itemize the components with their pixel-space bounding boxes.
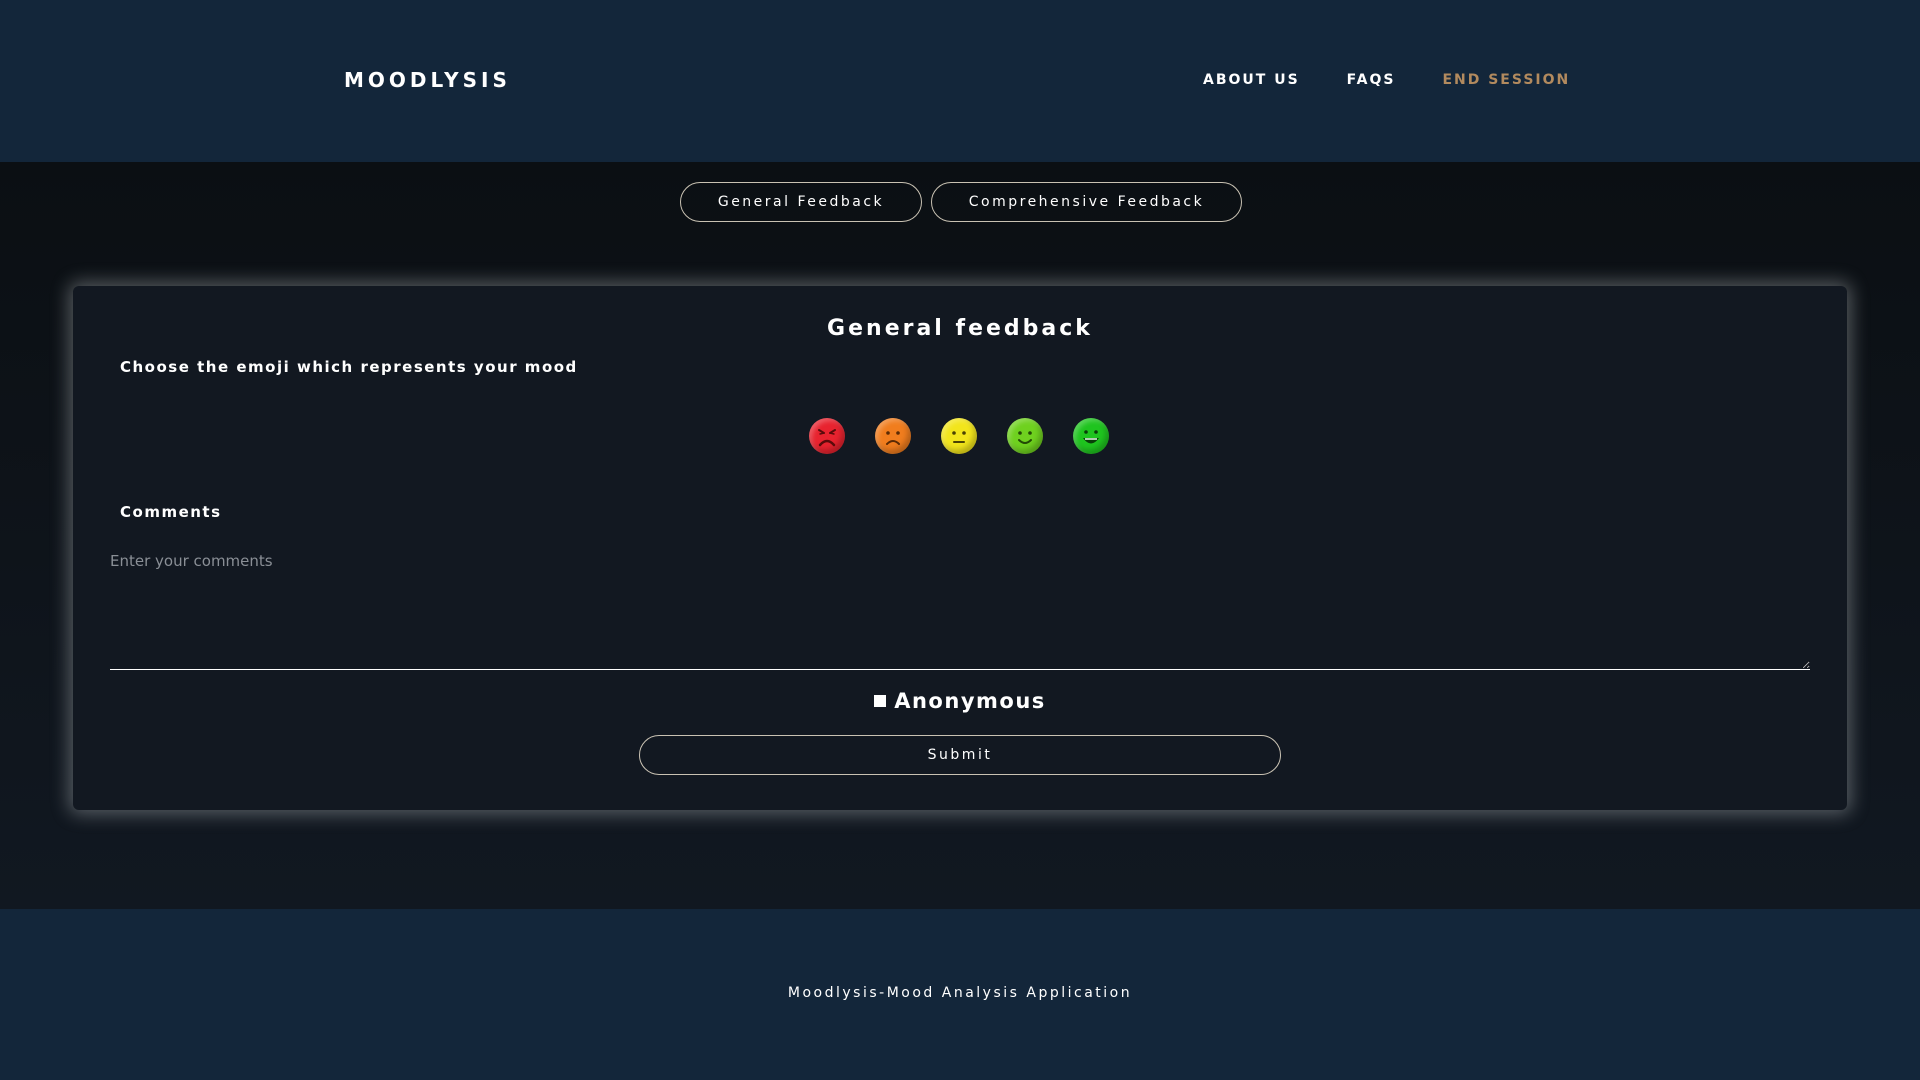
top-navbar: MOODLYSIS ABOUT US FAQS END SESSION	[0, 0, 1920, 162]
feedback-card: General feedback Choose the emoji which …	[73, 286, 1847, 810]
feedback-tabs: General Feedback Comprehensive Feedback	[0, 182, 1920, 222]
submit-button[interactable]: Submit	[639, 735, 1281, 775]
footer: Moodlysis-Mood Analysis Application	[0, 909, 1920, 1080]
brand-logo[interactable]: MOODLYSIS	[344, 68, 511, 92]
mood-prompt-label: Choose the emoji which represents your m…	[120, 358, 578, 376]
neutral-face-icon[interactable]	[941, 418, 977, 454]
angry-face-icon[interactable]	[809, 418, 845, 454]
tab-general-feedback[interactable]: General Feedback	[680, 182, 922, 222]
grinning-face-icon[interactable]	[1073, 418, 1109, 454]
emoji-selector	[809, 418, 1109, 454]
nav-faqs[interactable]: FAQS	[1347, 72, 1396, 88]
main-content: General Feedback Comprehensive Feedback …	[0, 162, 1920, 909]
comments-textarea[interactable]	[110, 548, 1810, 670]
card-title: General feedback	[827, 316, 1093, 341]
sad-face-icon[interactable]	[875, 418, 911, 454]
anonymous-label[interactable]: Anonymous	[894, 689, 1046, 713]
nav-about-us[interactable]: ABOUT US	[1203, 72, 1300, 88]
tab-comprehensive-feedback[interactable]: Comprehensive Feedback	[931, 182, 1242, 222]
anonymous-option: Anonymous	[73, 689, 1847, 713]
page: MOODLYSIS ABOUT US FAQS END SESSION Gene…	[0, 0, 1920, 1080]
anonymous-checkbox[interactable]	[874, 695, 887, 707]
smiling-face-icon[interactable]	[1007, 418, 1043, 454]
main-nav: ABOUT US FAQS END SESSION	[1203, 72, 1570, 88]
comments-label: Comments	[120, 503, 222, 521]
footer-text: Moodlysis-Mood Analysis Application	[787, 985, 1133, 1001]
nav-end-session[interactable]: END SESSION	[1442, 72, 1570, 88]
